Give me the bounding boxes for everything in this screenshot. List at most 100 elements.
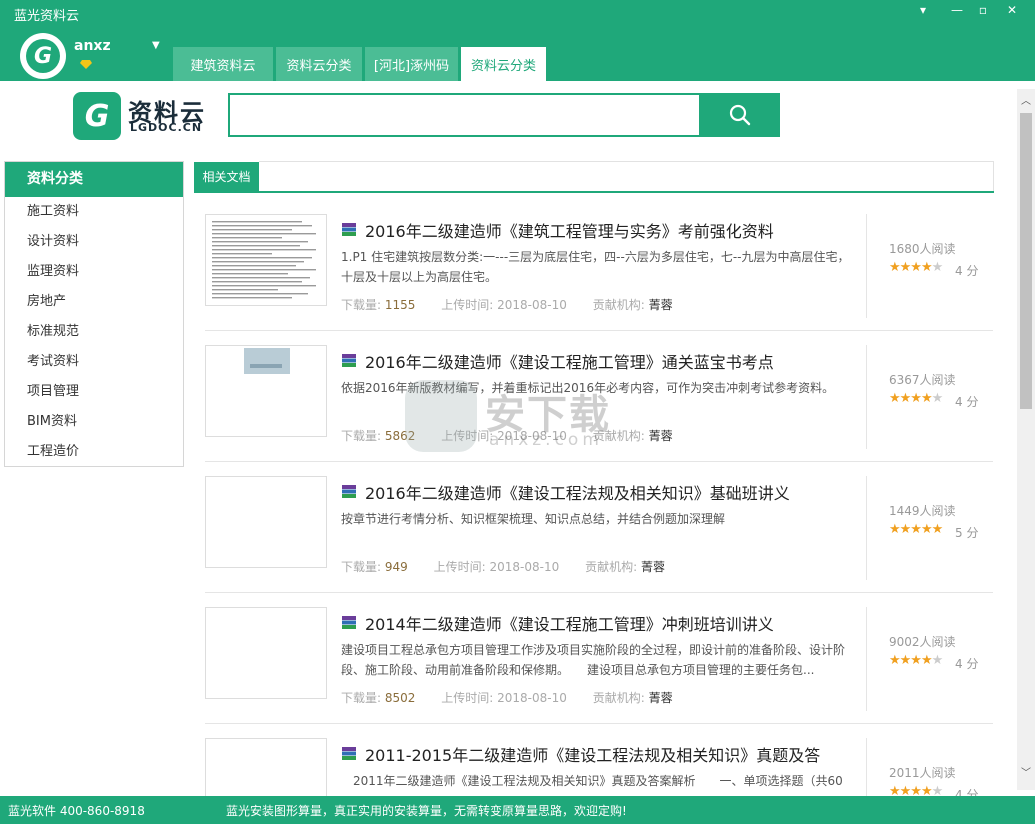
sidebar-item-supervision[interactable]: 监理资料 [5,257,183,287]
downloads-count: 1155 [384,298,416,312]
rating-score: 4 分 [955,264,979,278]
document-meta: 下载量: 949 上传时间: 2018-08-10 贡献机构: 菁蓉 [341,558,665,575]
sidebar-item-project-mgmt[interactable]: 项目管理 [5,377,183,407]
contributor-label: 贡献机构: [592,429,645,443]
sidebar-item-exam[interactable]: 考试资料 [5,347,183,377]
upload-time-label: 上传时间: [433,560,486,574]
document-title[interactable]: 2011-2015年二级建造师《建设工程法规及相关知识》真题及答 [365,742,820,766]
star-rating: ★★★★★ [889,260,943,275]
upload-date: 2018-08-10 [497,429,567,443]
sidebar-item-bim[interactable]: BIM资料 [5,407,183,437]
list-item: 2016年二级建造师《建设工程法规及相关知识》基础班讲义 按章节进行考情分析、知… [205,462,993,593]
scroll-up-icon[interactable]: ︿ [1017,93,1035,111]
username[interactable]: anxz [74,38,111,54]
read-count: 9002人阅读 [889,635,956,649]
contributor-label: 贡献机构: [592,691,645,705]
upload-time-label: 上传时间: [441,429,494,443]
sidebar-item-cost[interactable]: 工程造价 [5,437,183,467]
sidebar-item-construction[interactable]: 施工资料 [5,197,183,227]
tab-jianzhu-ziliaoyun[interactable]: 建筑资料云 [173,47,273,81]
tab-ziliaoyun-fenlei[interactable]: 资料云分类 [276,47,362,81]
list-item: 2011-2015年二级建造师《建设工程法规及相关知识》真题及答 2011年二级… [205,724,993,796]
footer-contact: 蓝光软件 400-860-8918 [8,804,145,818]
document-title[interactable]: 2016年二级建造师《建筑工程管理与实务》考前强化资料 [365,218,774,242]
upload-date: 2018-08-10 [497,691,567,705]
contributor-name: 菁蓉 [648,429,673,443]
sidebar-item-standards[interactable]: 标准规范 [5,317,183,347]
upload-date: 2018-08-10 [489,560,560,574]
scroll-down-icon[interactable]: ﹀ [1017,765,1035,783]
item-separator [866,345,867,449]
rating-score: 4 分 [955,395,979,409]
maximize-icon[interactable]: ▫ [972,3,994,17]
rating-score: 4 分 [955,788,979,796]
close-icon[interactable]: ✕ [1001,3,1023,17]
document-description: 建设项目工程总承包方项目管理工作涉及项目实施阶段的全过程，即设计前的准备阶段、设… [341,643,846,677]
document-thumbnail[interactable] [205,214,327,306]
downloads-label: 下载量: [341,691,382,705]
category-sidebar: 资料分类 施工资料 设计资料 监理资料 房地产 标准规范 考试资料 项目管理 B… [4,161,184,467]
upload-time-label: 上传时间: [441,691,494,705]
downloads-count: 8502 [384,691,416,705]
document-preview-image [212,221,316,299]
item-separator [866,607,867,711]
star-rating: ★★★★★ [889,784,943,796]
sidebar-item-design[interactable]: 设计资料 [5,227,183,257]
vertical-scrollbar[interactable]: ︿ ﹀ [1017,89,1035,790]
read-count: 6367人阅读 [889,373,956,387]
menu-dropdown-icon[interactable]: ▾ [912,3,934,17]
section-header-border [259,161,994,192]
list-item: 2014年二级建造师《建设工程施工管理》冲刺班培训讲义 建设项目工程总承包方项目… [205,593,993,724]
document-title[interactable]: 2016年二级建造师《建设工程施工管理》通关蓝宝书考点 [365,349,774,373]
rating-score: 5 分 [955,526,979,540]
sidebar-header: 资料分类 [5,162,183,197]
minimize-icon[interactable]: — [946,3,968,17]
avatar-logo-letter: G [26,39,60,73]
search-button[interactable] [699,93,780,137]
window-title: 蓝光资料云 [14,9,80,24]
document-thumbnail[interactable] [205,476,327,568]
sidebar-item-real-estate[interactable]: 房地产 [5,287,183,317]
document-thumbnail[interactable] [205,607,327,699]
document-thumbnail[interactable] [205,345,327,437]
contributor-name: 菁蓉 [648,298,673,312]
downloads-label: 下载量: [341,429,382,443]
star-rating: ★★★★★ [889,391,943,406]
star-rating: ★★★★★ [889,522,943,537]
tab-ziliaoyun-fenlei-active[interactable]: 资料云分类 [461,47,546,81]
document-description: 依据2016年新版教材编写，并着重标记出2016年必考内容，可作为突击冲刺考试参… [341,381,835,395]
archive-icon [342,616,356,629]
list-item: 2016年二级建造师《建设工程施工管理》通关蓝宝书考点 依据2016年新版教材编… [205,331,993,462]
search-icon [729,104,750,126]
star-rating: ★★★★★ [889,653,943,668]
archive-icon [342,485,356,498]
document-preview-image [244,348,290,374]
document-meta: 下载量: 5862 上传时间: 2018-08-10 贡献机构: 菁蓉 [341,427,673,444]
user-avatar[interactable]: G [20,33,66,79]
contributor-label: 贡献机构: [592,298,645,312]
read-count: 1680人阅读 [889,242,956,256]
downloads-label: 下载量: [341,560,382,574]
scrollbar-thumb[interactable] [1020,113,1032,409]
document-description: 2011年二级建造师《建设工程法规及相关知识》真题及答案解析 一、单项选择题（共… [341,774,843,788]
upload-time-label: 上传时间: [441,298,494,312]
contributor-name: 菁蓉 [648,691,673,705]
document-description: 1.P1 住宅建筑按层数分类:一---三层为底层住宅，四--六层为多层住宅，七-… [341,250,850,284]
read-count: 1449人阅读 [889,504,956,518]
item-separator [866,738,867,796]
user-menu-chevron-icon[interactable]: ▼ [152,40,160,51]
contributor-label: 贡献机构: [585,560,638,574]
item-separator [866,476,867,580]
tab-related-documents[interactable]: 相关文档 [194,162,259,192]
tab-hebei-zhuozhou[interactable]: [河北]涿州码 [365,47,458,81]
archive-icon [342,747,356,760]
footer-slogan: 蓝光安装图形算量，真正实用的安装算量，无需转变原算量思路，欢迎定购! [226,804,627,818]
search-input[interactable] [228,93,700,137]
document-thumbnail[interactable] [205,738,327,796]
document-title[interactable]: 2014年二级建造师《建设工程施工管理》冲刺班培训讲义 [365,611,774,635]
section-divider [194,191,994,193]
list-item: 2016年二级建造师《建筑工程管理与实务》考前强化资料 1.P1 住宅建筑按层数… [205,200,993,331]
contributor-name: 菁蓉 [640,560,665,574]
document-title[interactable]: 2016年二级建造师《建设工程法规及相关知识》基础班讲义 [365,480,790,504]
upload-date: 2018-08-10 [497,298,567,312]
